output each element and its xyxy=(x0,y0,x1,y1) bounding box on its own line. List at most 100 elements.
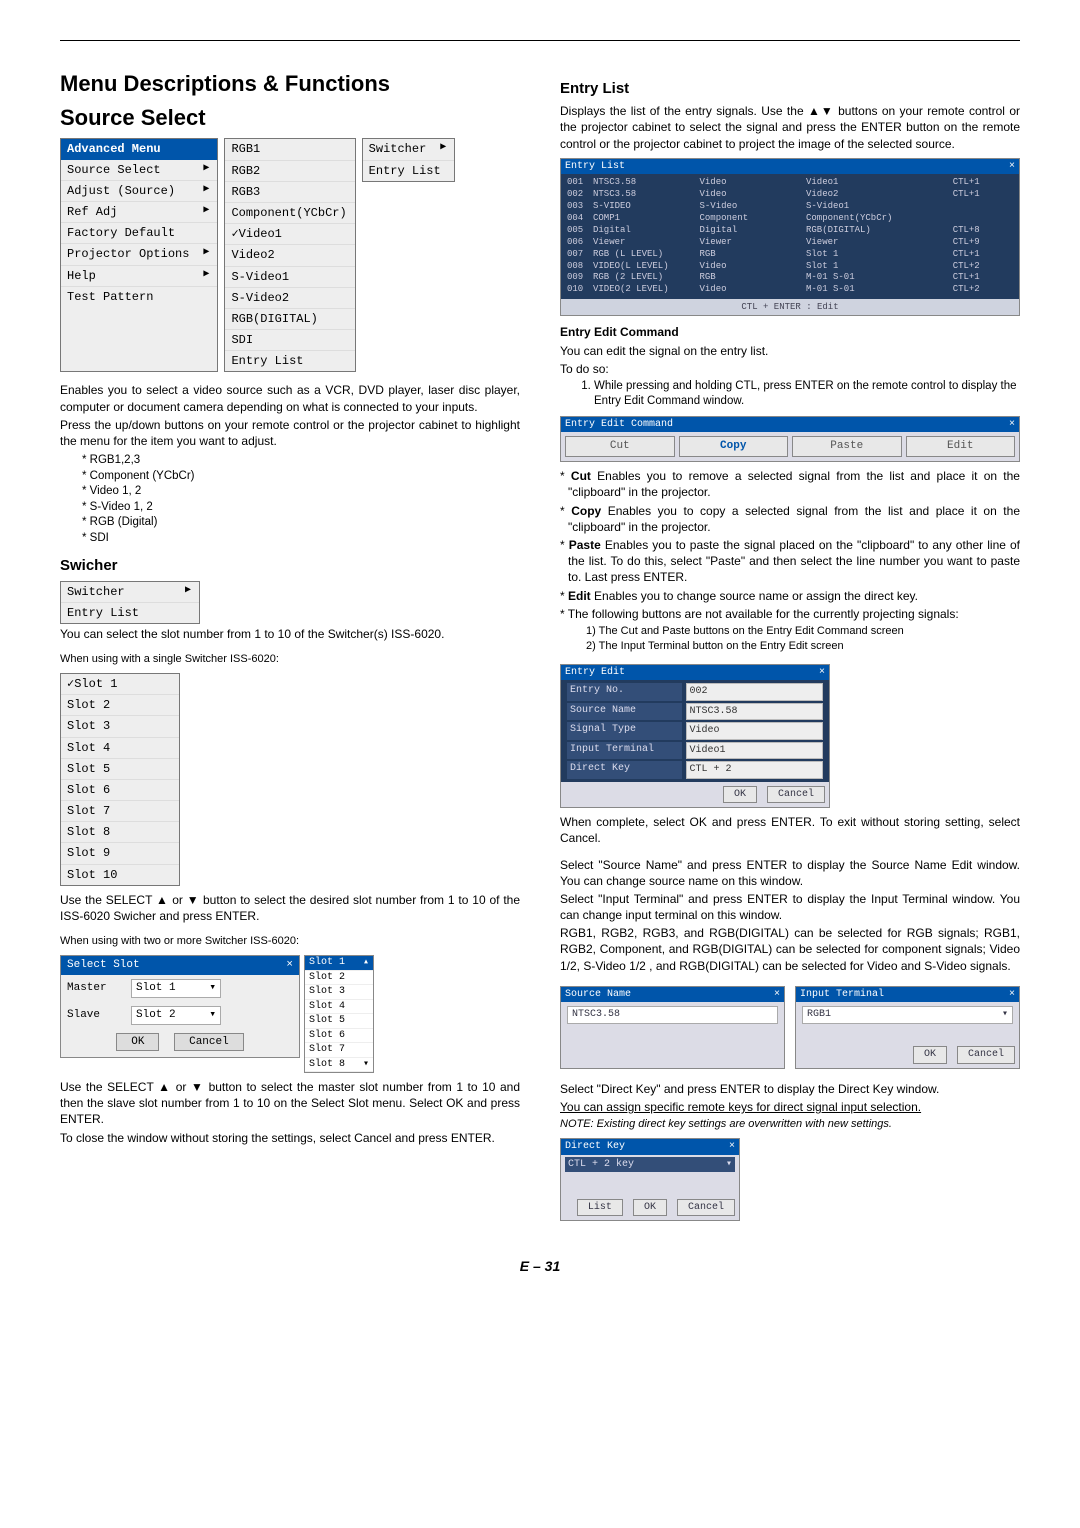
edit-button[interactable]: Edit xyxy=(906,436,1016,457)
table-cell: Viewer xyxy=(700,238,801,248)
paragraph: When using with two or more Switcher ISS… xyxy=(60,934,520,949)
close-icon[interactable]: × xyxy=(819,666,825,680)
menu-item[interactable]: Slot 5 xyxy=(61,759,179,780)
list-button[interactable]: List xyxy=(577,1199,623,1217)
entry-no-field: 002 xyxy=(686,683,823,701)
table-cell: Viewer xyxy=(593,238,694,248)
menu-item[interactable]: Ref Adj▶ xyxy=(61,202,217,223)
menu-item[interactable]: S-Video2 xyxy=(225,288,354,309)
menu-item[interactable]: Entry List xyxy=(363,161,455,181)
menu-item[interactable]: Video2 xyxy=(225,245,354,266)
close-icon[interactable]: × xyxy=(774,988,780,1002)
menu-item[interactable]: Test Pattern xyxy=(61,287,217,307)
input-terminal-dropdown[interactable]: RGB1▾ xyxy=(802,1006,1013,1024)
source-name-input[interactable]: NTSC3.58 xyxy=(567,1006,778,1024)
list-item: Component (YCbCr) xyxy=(82,469,520,485)
ok-button[interactable]: OK xyxy=(633,1199,667,1217)
menu-item[interactable]: Slot 9 xyxy=(61,843,179,864)
chevron-right-icon: ▶ xyxy=(203,162,209,178)
menu-item[interactable]: RGB3 xyxy=(225,182,354,203)
paragraph: Select "Direct Key" and press ENTER to d… xyxy=(560,1081,1020,1097)
menu-item[interactable]: Slot 10 xyxy=(61,865,179,885)
cancel-button[interactable]: Cancel xyxy=(957,1046,1015,1064)
table-cell: RGB (L LEVEL) xyxy=(593,250,694,260)
swicher-submenu: Switcher▶ Entry List xyxy=(60,581,200,624)
menu-item[interactable]: RGB(DIGITAL) xyxy=(225,309,354,330)
close-icon[interactable]: × xyxy=(1009,418,1015,432)
close-icon[interactable]: × xyxy=(286,958,293,973)
menu-item[interactable]: ✓Video1 xyxy=(225,224,354,245)
paragraph: Enables you to select a video source suc… xyxy=(60,382,520,414)
cancel-button[interactable]: Cancel xyxy=(174,1033,244,1052)
list-item: S-Video 1, 2 xyxy=(82,500,520,516)
source-name-window: Source Name× NTSC3.58 xyxy=(560,986,785,1069)
list-item: 2) The Input Terminal button on the Entr… xyxy=(586,639,1020,654)
menu-item[interactable]: Slot 3 xyxy=(61,716,179,737)
close-icon[interactable]: × xyxy=(1009,160,1015,174)
menu-item[interactable]: Factory Default xyxy=(61,223,217,244)
list-item: While pressing and holding CTL, press EN… xyxy=(594,379,1020,410)
menu-item[interactable]: Adjust (Source)▶ xyxy=(61,181,217,202)
menu-item[interactable]: Projector Options▶ xyxy=(61,244,217,265)
menu-item[interactable]: Slot 2 xyxy=(61,695,179,716)
slot-dropdown-list[interactable]: Slot 1▴ Slot 2 Slot 3 Slot 4 Slot 5 Slot… xyxy=(304,955,374,1073)
paragraph: Press the up/down buttons on your remote… xyxy=(60,417,520,449)
ok-button[interactable]: OK xyxy=(723,786,757,804)
menu-item[interactable]: Help▶ xyxy=(61,266,217,287)
close-icon[interactable]: × xyxy=(1009,988,1015,1002)
table-cell: RGB xyxy=(700,250,801,260)
menu-item[interactable]: Slot 6 xyxy=(61,780,179,801)
table-cell: S-VIDEO xyxy=(593,202,694,212)
menu-item[interactable]: Component(YCbCr) xyxy=(225,203,354,224)
chevron-right-icon: ▶ xyxy=(203,183,209,199)
cancel-button[interactable]: Cancel xyxy=(677,1199,735,1217)
table-cell: S-Video1 xyxy=(806,202,947,212)
menu-item[interactable]: S-Video1 xyxy=(225,267,354,288)
signal-type-field: Video xyxy=(686,722,823,740)
menu-item[interactable]: Slot 7 xyxy=(61,801,179,822)
paste-button[interactable]: Paste xyxy=(792,436,902,457)
input-terminal-field[interactable]: Video1 xyxy=(686,742,823,760)
close-icon[interactable]: × xyxy=(729,1140,735,1154)
table-cell: Video xyxy=(700,178,801,188)
table-cell: 001 xyxy=(567,178,587,188)
menu-item[interactable]: Entry List xyxy=(61,603,199,623)
copy-button[interactable]: Copy xyxy=(679,436,789,457)
menu-item[interactable]: RGB1 xyxy=(225,139,354,160)
scroll-up-icon[interactable]: ▴ xyxy=(363,956,369,970)
menu-item[interactable]: Slot 4 xyxy=(61,738,179,759)
slave-dropdown[interactable]: Slot 2▾ xyxy=(131,1006,221,1025)
master-dropdown[interactable]: Slot 1▾ xyxy=(131,979,221,998)
ok-button[interactable]: OK xyxy=(116,1033,159,1052)
ok-button[interactable]: OK xyxy=(913,1046,947,1064)
table-cell: Slot 1 xyxy=(806,250,947,260)
table-cell: Component xyxy=(700,214,801,224)
scroll-down-icon[interactable]: ▾ xyxy=(363,1058,369,1072)
cancel-button[interactable]: Cancel xyxy=(767,786,825,804)
direct-key-dropdown[interactable]: CTL + 2 key▾ xyxy=(565,1157,735,1173)
menu-item[interactable]: SDI xyxy=(225,330,354,351)
menu-item[interactable]: Entry List xyxy=(225,351,354,371)
table-cell: Video xyxy=(700,262,801,272)
table-cell: COMP1 xyxy=(593,214,694,224)
paragraph: Select "Input Terminal" and press ENTER … xyxy=(560,891,1020,923)
table-cell: CTL+1 xyxy=(953,178,1013,188)
source-name-field[interactable]: NTSC3.58 xyxy=(686,703,823,721)
entry-edit-command-window: Entry Edit Command× Cut Copy Paste Edit xyxy=(560,416,1020,462)
dialog-title: Select Slot xyxy=(67,958,140,973)
direct-key-field[interactable]: CTL + 2 xyxy=(686,761,823,779)
chevron-down-icon: ▾ xyxy=(726,1158,732,1172)
chevron-right-icon: ▶ xyxy=(203,204,209,220)
menu-item[interactable]: RGB2 xyxy=(225,161,354,182)
menu-item[interactable]: Source Select▶ xyxy=(61,160,217,181)
table-cell: 009 xyxy=(567,273,587,283)
table-cell: Digital xyxy=(593,226,694,236)
cut-button[interactable]: Cut xyxy=(565,436,675,457)
table-cell: 008 xyxy=(567,262,587,272)
menu-item[interactable]: ✓Slot 1 xyxy=(61,674,179,695)
table-cell: Slot 1 xyxy=(806,262,947,272)
menu-item[interactable]: Slot 8 xyxy=(61,822,179,843)
table-cell: 003 xyxy=(567,202,587,212)
menu-item[interactable]: Switcher▶ xyxy=(363,139,455,160)
menu-item[interactable]: Switcher▶ xyxy=(61,582,199,603)
